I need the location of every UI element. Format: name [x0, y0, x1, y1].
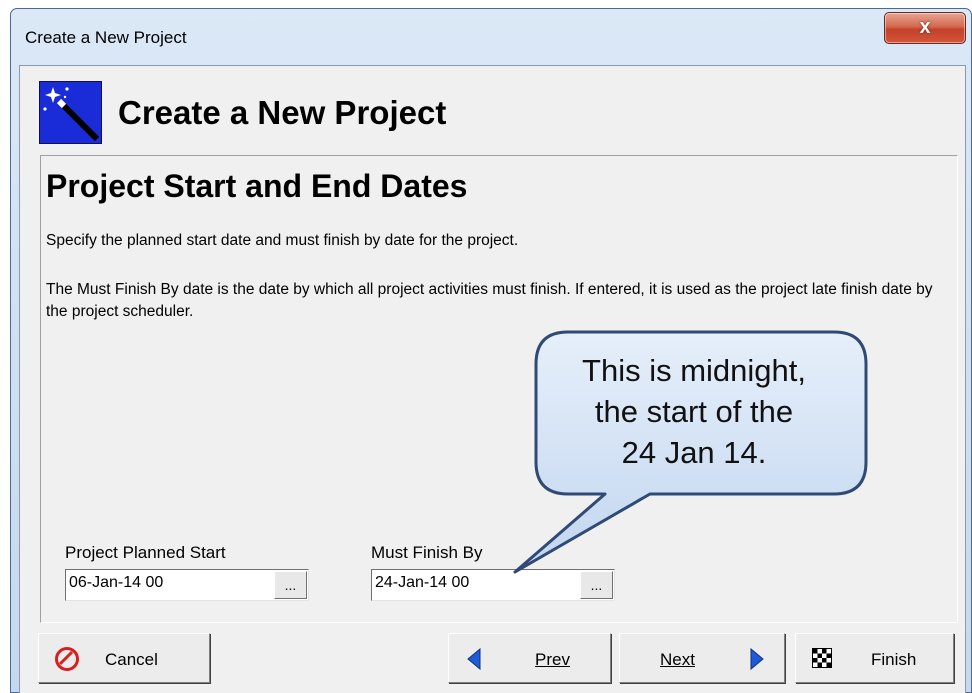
callout-bubble — [513, 330, 868, 574]
callout-line-2: the start of the — [594, 394, 794, 429]
callout-line-3: 24 Jan 14. — [621, 435, 767, 470]
callout-line-1: This is midnight, — [582, 353, 806, 388]
callout-text: This is midnight, the start of the 24 Ja… — [543, 350, 845, 473]
